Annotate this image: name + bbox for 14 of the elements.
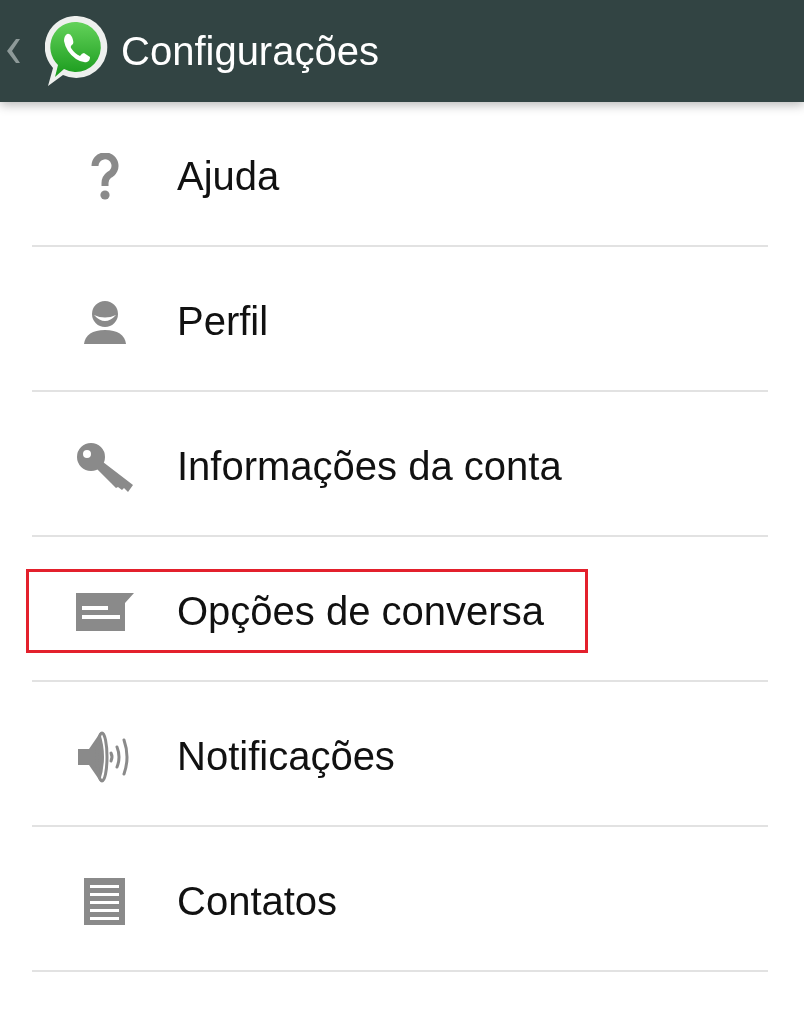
help-icon: [90, 152, 119, 201]
settings-item[interactable]: Ajuda: [32, 102, 768, 245]
phone-bubble-icon[interactable]: [45, 16, 109, 86]
chat-icon: [75, 592, 134, 631]
settings-item[interactable]: Perfil: [32, 247, 768, 390]
settings-item[interactable]: Informações da conta: [32, 392, 768, 535]
person-icon: [82, 299, 127, 344]
settings-item[interactable]: Opções de conversa: [32, 537, 768, 680]
window-title: Configurações: [121, 28, 379, 74]
back-icon[interactable]: [7, 39, 20, 63]
settings-item[interactable]: Notificações: [32, 682, 768, 825]
settings-item[interactable]: Contatos: [32, 827, 768, 970]
key-icon: [75, 441, 134, 492]
list-document-icon: [84, 878, 125, 925]
